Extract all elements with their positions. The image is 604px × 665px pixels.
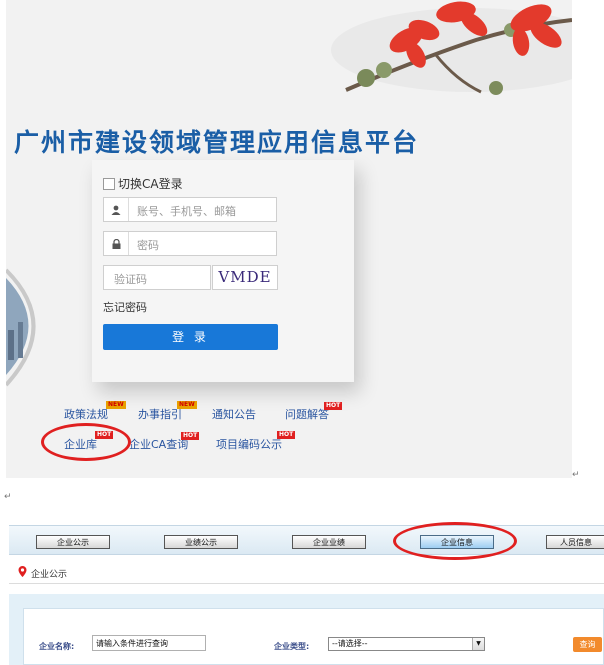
return-mark-icon: ↵ [4, 492, 12, 502]
return-mark-icon: ↵ [572, 470, 580, 480]
enterprise-name-label: 企业名称: [39, 642, 75, 651]
quick-link-faq[interactable]: 问题解答 [285, 406, 329, 422]
tab-enterprise-performance[interactable]: 企业业绩 [292, 535, 366, 549]
quick-link-label: 办事指引 [138, 408, 182, 421]
location-pin-icon [18, 566, 27, 577]
quick-link-guide[interactable]: 办事指引 [138, 406, 182, 422]
divider [9, 583, 604, 584]
lock-icon [104, 232, 129, 255]
account-field[interactable]: 账号、手机号、邮箱 [103, 197, 277, 222]
highlight-oval-enterprise-db [41, 423, 131, 461]
breadcrumb: 企业公示 [31, 570, 68, 580]
dropdown-arrow-icon[interactable]: ▼ [472, 638, 484, 650]
enterprise-name-input[interactable]: 请输入条件进行查询 [92, 635, 206, 651]
captcha-input[interactable]: 验证码 [103, 265, 211, 290]
quick-link-project-code[interactable]: 项目编码公示 [216, 436, 282, 452]
tab-performance-public[interactable]: 业绩公示 [164, 535, 238, 549]
password-placeholder: 密码 [137, 239, 159, 252]
quick-link-notice[interactable]: 通知公告 [212, 406, 256, 422]
quick-link-label: 企业CA查询 [129, 438, 189, 451]
quick-link-label: 项目编码公示 [216, 438, 282, 451]
account-placeholder: 账号、手机号、邮箱 [137, 205, 236, 218]
captcha-placeholder: 验证码 [114, 273, 147, 286]
user-icon [104, 198, 129, 221]
query-button[interactable]: 查询 [573, 637, 602, 652]
new-badge: NEW [106, 401, 126, 409]
quick-link-ca-query[interactable]: 企业CA查询 [129, 436, 188, 452]
enterprise-type-value: --请选择-- [332, 639, 368, 648]
tab-personnel-info[interactable]: 人员信息 [546, 535, 604, 549]
tab-enterprise-public[interactable]: 企业公示 [36, 535, 110, 549]
enterprise-type-select[interactable]: --请选择-- ▼ [328, 637, 485, 651]
new-badge: NEW [177, 401, 197, 409]
captcha-image[interactable]: VMDE [212, 265, 278, 290]
forgot-password-link[interactable]: 忘记密码 [103, 299, 147, 315]
login-button[interactable]: 登 录 [103, 324, 278, 350]
quick-link-label: 通知公告 [212, 408, 256, 421]
quick-link-label: 问题解答 [285, 408, 329, 421]
city-image-decoration [6, 268, 36, 387]
hot-badge: HOT [181, 432, 200, 440]
ca-login-checkbox[interactable] [103, 178, 115, 190]
flower-decoration [331, 1, 572, 95]
ca-login-label: 切换CA登录 [118, 177, 183, 191]
quick-link-label: 政策法规 [64, 408, 108, 421]
password-field[interactable]: 密码 [103, 231, 277, 256]
enterprise-type-label: 企业类型: [274, 642, 310, 651]
platform-title: 广州市建设领域管理应用信息平台 [14, 128, 420, 157]
hot-badge: HOT [277, 431, 296, 439]
quick-link-policy[interactable]: 政策法规 [64, 406, 108, 422]
highlight-oval-enterprise-info [393, 522, 517, 560]
hot-badge: HOT [324, 402, 343, 410]
